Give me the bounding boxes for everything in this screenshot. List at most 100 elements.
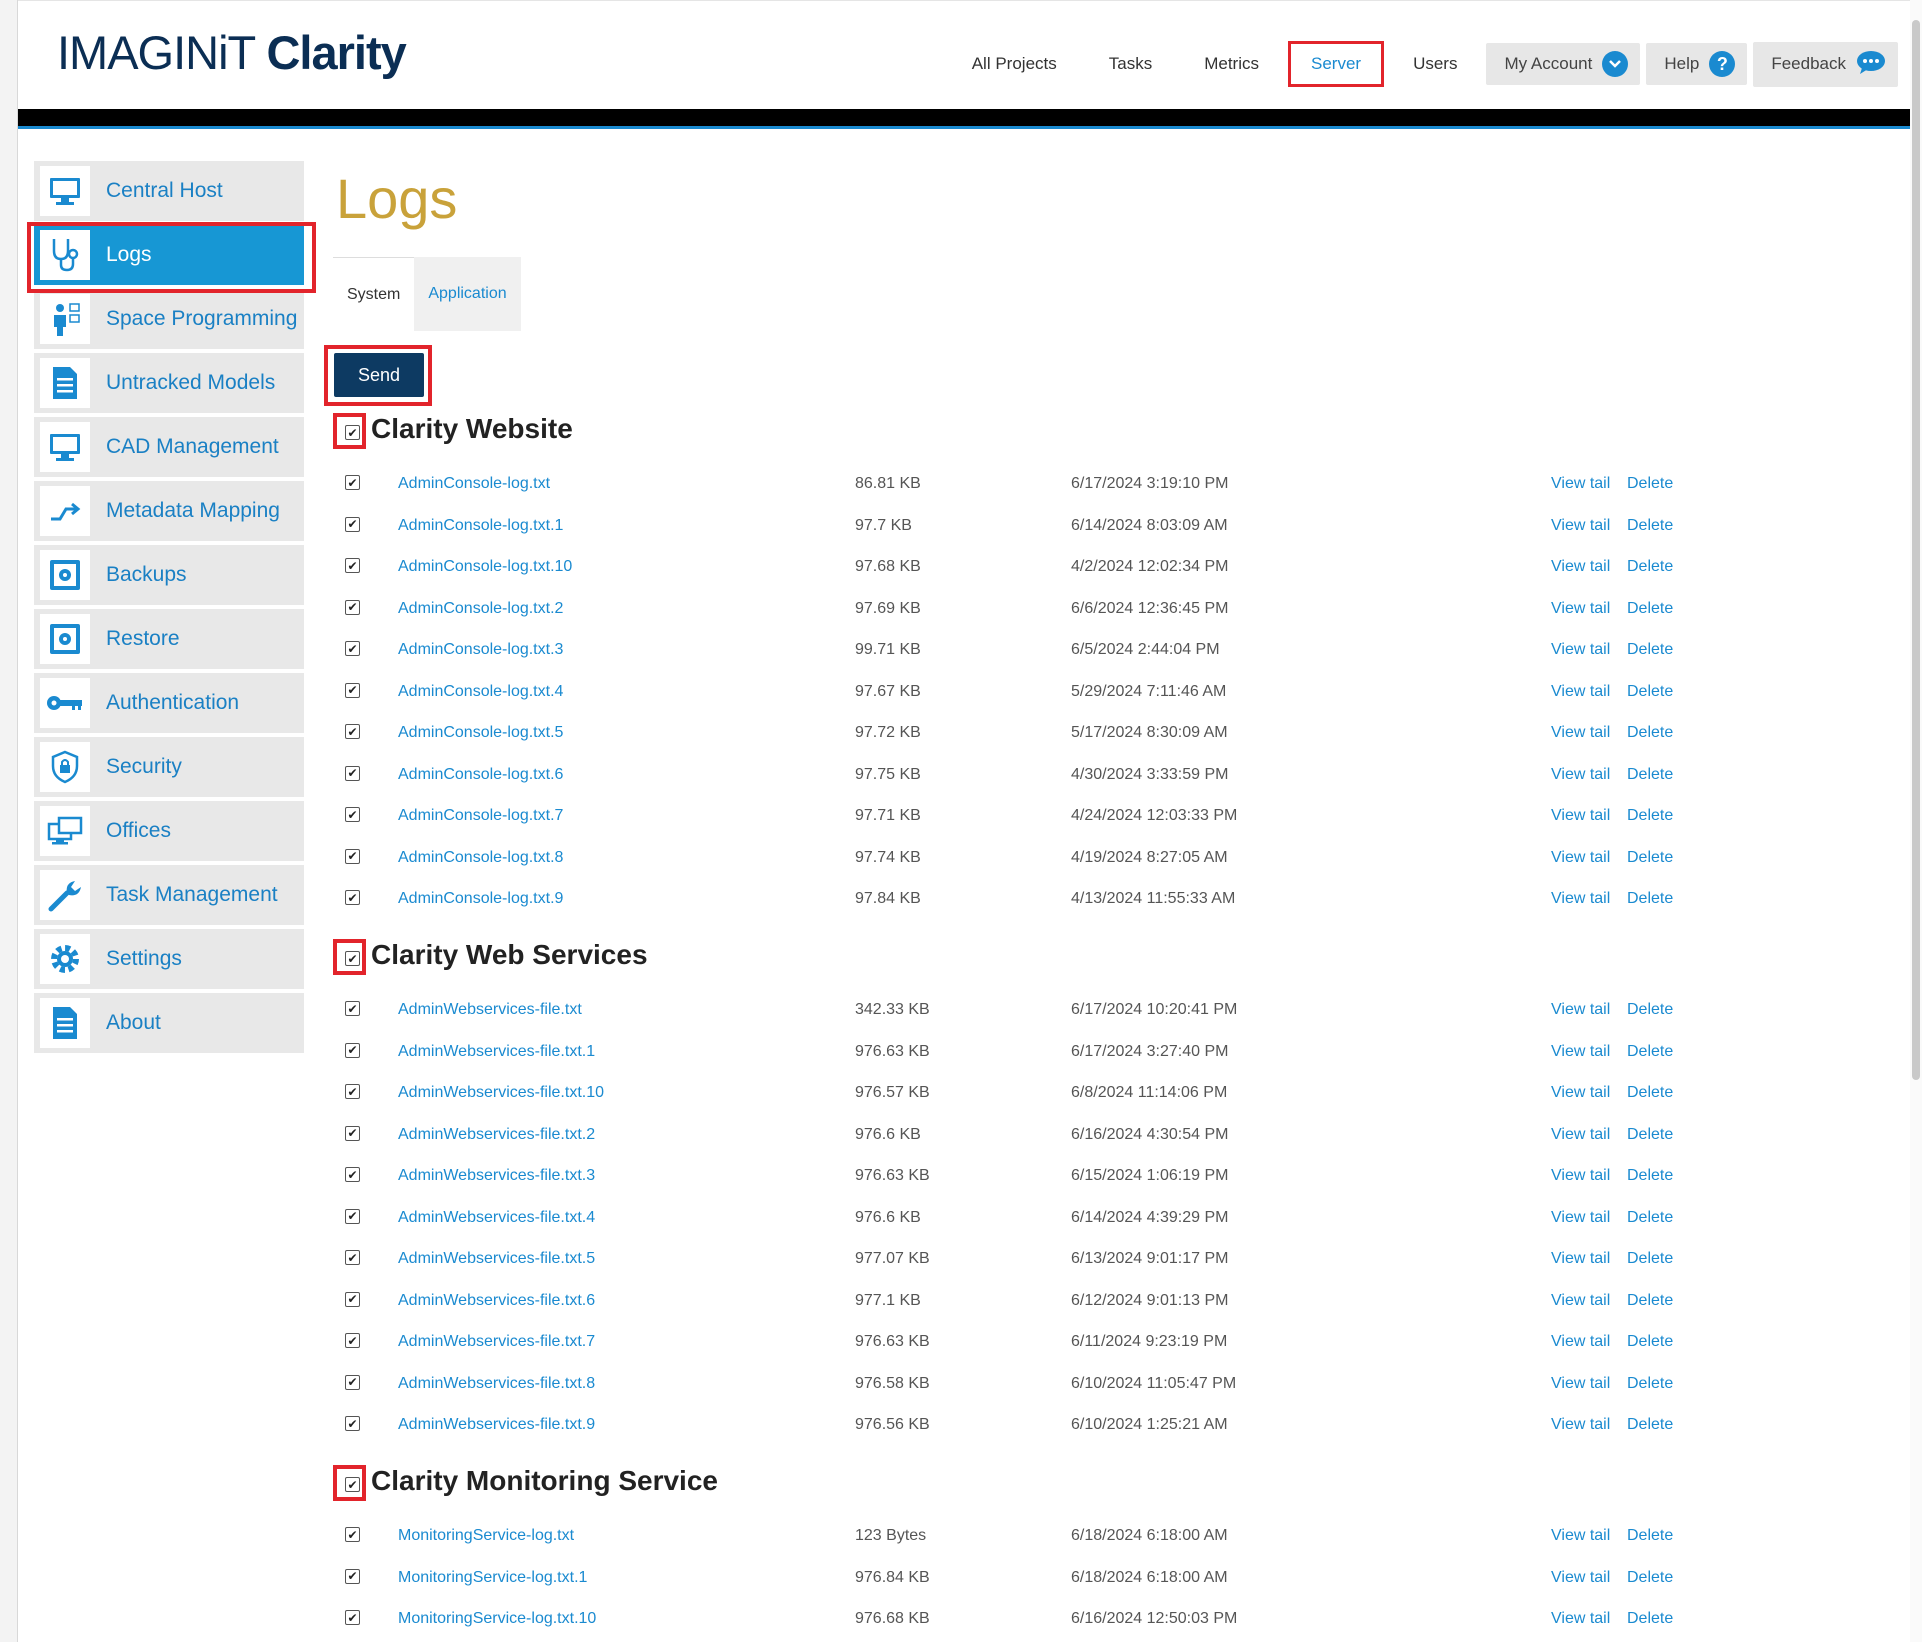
row-checkbox[interactable]: ✔ — [345, 1374, 360, 1390]
sidebar-item-cad-management[interactable]: CAD Management — [34, 417, 304, 477]
row-checkbox[interactable]: ✔ — [345, 641, 360, 656]
section-select-all-checkbox[interactable]: ✔ — [345, 951, 360, 966]
row-checkbox[interactable]: ✔ — [345, 1527, 360, 1542]
row-checkbox[interactable]: ✔ — [345, 1125, 360, 1141]
delete-link[interactable]: Delete — [1627, 1610, 1673, 1628]
view-tail-link[interactable]: View tail — [1551, 1527, 1610, 1545]
delete-link[interactable]: Delete — [1627, 849, 1673, 867]
row-checkbox[interactable]: ✔ — [345, 1084, 360, 1099]
view-tail-link[interactable]: View tail — [1551, 1001, 1610, 1019]
delete-link[interactable]: Delete — [1627, 1333, 1673, 1351]
delete-link[interactable]: Delete — [1627, 1084, 1673, 1102]
delete-link[interactable]: Delete — [1627, 558, 1673, 576]
delete-link[interactable]: Delete — [1627, 475, 1673, 493]
file-name-link[interactable]: AdminWebservices-file.txt.7 — [398, 1333, 595, 1351]
view-tail-link[interactable]: View tail — [1551, 517, 1610, 535]
file-name-link[interactable]: AdminWebservices-file.txt.5 — [398, 1250, 595, 1268]
sidebar-item-logs[interactable]: Logs — [34, 225, 304, 285]
file-name-link[interactable]: MonitoringService-log.txt.10 — [398, 1610, 596, 1628]
row-checkbox[interactable]: ✔ — [345, 599, 360, 615]
file-name-link[interactable]: MonitoringService-log.txt — [398, 1527, 574, 1545]
nav-server[interactable]: Server — [1288, 41, 1385, 87]
view-tail-link[interactable]: View tail — [1551, 724, 1610, 742]
delete-link[interactable]: Delete — [1627, 1209, 1673, 1227]
file-name-link[interactable]: AdminConsole-log.txt.4 — [398, 683, 563, 701]
view-tail-link[interactable]: View tail — [1551, 475, 1610, 493]
delete-link[interactable]: Delete — [1627, 1043, 1673, 1061]
view-tail-link[interactable]: View tail — [1551, 1250, 1610, 1268]
sidebar-item-backups[interactable]: Backups — [34, 545, 304, 605]
delete-link[interactable]: Delete — [1627, 807, 1673, 825]
row-checkbox[interactable]: ✔ — [345, 1416, 360, 1431]
delete-link[interactable]: Delete — [1627, 641, 1673, 659]
file-name-link[interactable]: AdminWebservices-file.txt.6 — [398, 1292, 595, 1310]
row-checkbox[interactable]: ✔ — [345, 724, 360, 739]
file-name-link[interactable]: AdminWebservices-file.txt.8 — [398, 1375, 595, 1393]
sidebar-item-space-programming[interactable]: Space Programming — [34, 289, 304, 349]
row-checkbox[interactable]: ✔ — [345, 1042, 360, 1058]
view-tail-link[interactable]: View tail — [1551, 1043, 1610, 1061]
nav-metrics[interactable]: Metrics — [1181, 41, 1282, 87]
row-checkbox[interactable]: ✔ — [345, 1610, 360, 1625]
nav-users[interactable]: Users — [1390, 41, 1480, 87]
file-name-link[interactable]: AdminConsole-log.txt.6 — [398, 766, 563, 784]
section-select-all-checkbox[interactable]: ✔ — [345, 1477, 360, 1492]
delete-link[interactable]: Delete — [1627, 1167, 1673, 1185]
delete-link[interactable]: Delete — [1627, 1375, 1673, 1393]
file-name-link[interactable]: AdminWebservices-file.txt — [398, 1001, 582, 1019]
row-checkbox[interactable]: ✔ — [345, 475, 360, 490]
nav-tasks[interactable]: Tasks — [1086, 41, 1175, 87]
section-select-all-checkbox[interactable]: ✔ — [345, 425, 360, 440]
row-checkbox[interactable]: ✔ — [345, 848, 360, 864]
view-tail-link[interactable]: View tail — [1551, 807, 1610, 825]
sidebar-item-restore[interactable]: Restore — [34, 609, 304, 669]
file-name-link[interactable]: AdminWebservices-file.txt.9 — [398, 1416, 595, 1434]
view-tail-link[interactable]: View tail — [1551, 890, 1610, 908]
delete-link[interactable]: Delete — [1627, 890, 1673, 908]
row-checkbox[interactable]: ✔ — [345, 1001, 360, 1016]
view-tail-link[interactable]: View tail — [1551, 1416, 1610, 1434]
sidebar-item-offices[interactable]: Offices — [34, 801, 304, 861]
sidebar-item-central-host[interactable]: Central Host — [34, 161, 304, 221]
file-name-link[interactable]: AdminWebservices-file.txt.10 — [398, 1084, 604, 1102]
delete-link[interactable]: Delete — [1627, 766, 1673, 784]
delete-link[interactable]: Delete — [1627, 1126, 1673, 1144]
logo[interactable]: IMAGINiT Clarity — [57, 25, 407, 80]
view-tail-link[interactable]: View tail — [1551, 558, 1610, 576]
tab-system[interactable]: System — [333, 257, 415, 331]
view-tail-link[interactable]: View tail — [1551, 1209, 1610, 1227]
row-checkbox[interactable]: ✔ — [345, 1568, 360, 1584]
file-name-link[interactable]: AdminConsole-log.txt.5 — [398, 724, 563, 742]
sidebar-item-security[interactable]: Security — [34, 737, 304, 797]
delete-link[interactable]: Delete — [1627, 600, 1673, 618]
delete-link[interactable]: Delete — [1627, 1527, 1673, 1545]
my-account-button[interactable]: My Account — [1486, 43, 1641, 85]
sidebar-item-untracked-models[interactable]: Untracked Models — [34, 353, 304, 413]
sidebar-item-metadata-mapping[interactable]: Metadata Mapping — [34, 481, 304, 541]
view-tail-link[interactable]: View tail — [1551, 600, 1610, 618]
delete-link[interactable]: Delete — [1627, 1569, 1673, 1587]
file-name-link[interactable]: AdminWebservices-file.txt.1 — [398, 1043, 595, 1061]
delete-link[interactable]: Delete — [1627, 1292, 1673, 1310]
row-checkbox[interactable]: ✔ — [345, 1208, 360, 1224]
row-checkbox[interactable]: ✔ — [345, 516, 360, 532]
send-button[interactable]: Send — [334, 353, 424, 397]
file-name-link[interactable]: AdminConsole-log.txt.2 — [398, 600, 563, 618]
view-tail-link[interactable]: View tail — [1551, 1610, 1610, 1628]
delete-link[interactable]: Delete — [1627, 724, 1673, 742]
view-tail-link[interactable]: View tail — [1551, 1569, 1610, 1587]
sidebar-item-about[interactable]: About — [34, 993, 304, 1053]
file-name-link[interactable]: AdminConsole-log.txt.1 — [398, 517, 563, 535]
row-checkbox[interactable]: ✔ — [345, 1167, 360, 1182]
tab-application[interactable]: Application — [414, 257, 521, 331]
row-checkbox[interactable]: ✔ — [345, 558, 360, 573]
row-checkbox[interactable]: ✔ — [345, 765, 360, 781]
nav-all-projects[interactable]: All Projects — [949, 41, 1080, 87]
delete-link[interactable]: Delete — [1627, 683, 1673, 701]
file-name-link[interactable]: AdminWebservices-file.txt.2 — [398, 1126, 595, 1144]
view-tail-link[interactable]: View tail — [1551, 641, 1610, 659]
file-name-link[interactable]: AdminConsole-log.txt.8 — [398, 849, 563, 867]
file-name-link[interactable]: MonitoringService-log.txt.1 — [398, 1569, 587, 1587]
help-button[interactable]: Help ? — [1646, 43, 1748, 85]
row-checkbox[interactable]: ✔ — [345, 1291, 360, 1307]
